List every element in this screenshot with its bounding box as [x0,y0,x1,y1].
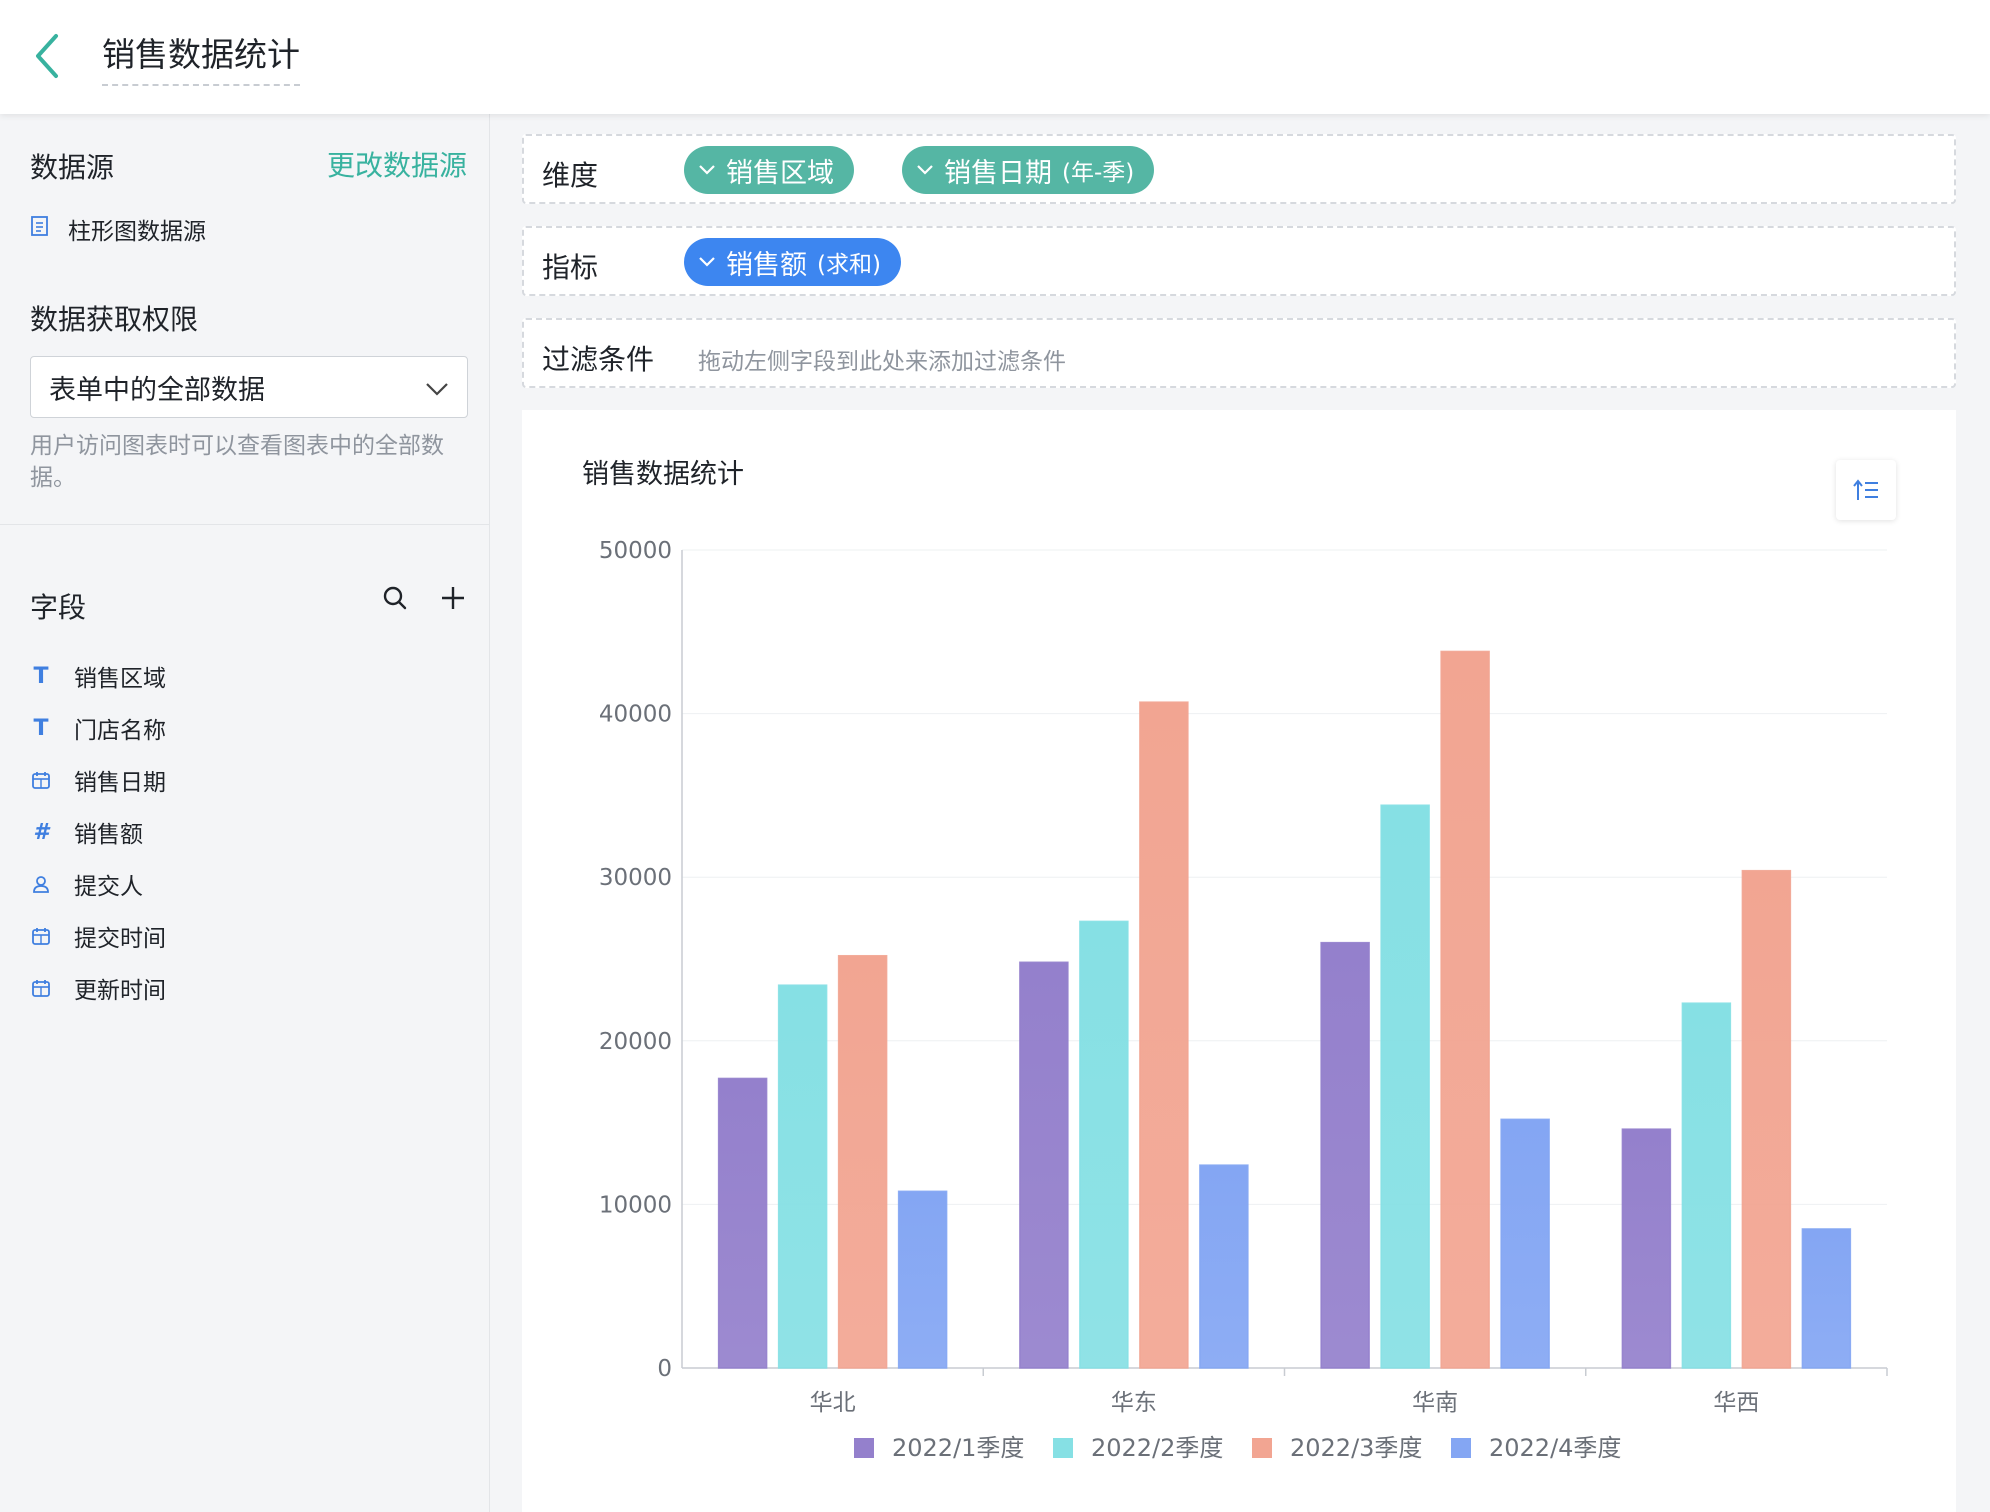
bar-chart: 0 10000 20000 30000 40000 50000 华北 华东 华南 华西 2022/1… [599,538,1888,1462]
y-tick-label: 50000 [599,538,672,564]
text-type-icon: T [33,715,49,741]
chevron-down-icon [699,257,715,267]
bar [1801,1228,1852,1369]
field-label: 销售额 [74,822,143,848]
bar [1621,1128,1672,1369]
dimension-chip-label: 销售区域 [726,157,834,189]
chart-title: 销售数据统计 [582,459,744,490]
metric-chip-label: 销售额 [726,249,807,281]
legend-label: 2022/4季度 [1489,1434,1621,1462]
filter-placeholder: 拖动左侧字段到此处来添加过滤条件 [698,349,1066,375]
sort-icon[interactable] [1836,460,1896,520]
field-label: 提交人 [74,874,143,900]
bar [1199,1164,1249,1369]
permission-select-value: 表单中的全部数据 [49,374,265,406]
bar [1139,701,1189,1369]
y-tick-label: 30000 [599,865,672,891]
field-label: 更新时间 [74,978,166,1004]
bar [897,1190,948,1369]
filter-label: 过滤条件 [542,343,655,376]
y-tick-label: 10000 [599,1192,672,1218]
legend-swatch [1252,1438,1272,1458]
datasource-item[interactable]: 柱形图数据源 [30,212,206,246]
y-tick-label: 0 [657,1356,672,1382]
dimension-label: 维度 [542,159,599,192]
field-item[interactable]: 销售日期 [30,754,166,806]
bar [1500,1118,1550,1369]
sidebar: 数据源 更改数据源 柱形图数据源 数据获取权限 表单中的全部数据 用户访问图表时… [0,114,490,1512]
dimension-chip-date[interactable]: 销售日期 (年-季) [902,146,1155,194]
bar [1681,1002,1732,1369]
legend-label: 2022/2季度 [1091,1434,1223,1462]
metric-chip-sales[interactable]: 销售额 (求和) [684,238,901,286]
legend-swatch [1053,1438,1073,1458]
permission-title: 数据获取权限 [30,303,199,336]
back-arrow-icon[interactable] [28,28,68,84]
dimension-chip-region[interactable]: 销售区域 [684,146,854,194]
legend-swatch [854,1438,874,1458]
bar [717,1077,768,1369]
fields-tools [381,584,467,612]
field-item[interactable]: 更新时间 [30,962,166,1014]
x-tick-label: 华西 [1713,1390,1759,1416]
bar [1019,961,1069,1369]
metric-label: 指标 [542,251,599,284]
datasource-title: 数据源 [30,151,115,184]
y-tick-label: 40000 [599,702,672,728]
field-item[interactable]: # 销售额 [30,806,166,858]
x-tick-label: 华北 [810,1390,856,1416]
user-icon [30,873,52,895]
filter-shelf[interactable]: 过滤条件 拖动左侧字段到此处来添加过滤条件 [522,318,1956,388]
calendar-icon [30,977,52,999]
bar [837,954,888,1369]
metric-shelf[interactable]: 指标 销售额 (求和) [522,226,1956,296]
calendar-icon [30,925,52,947]
page-title[interactable]: 销售数据统计 [102,30,300,86]
datasource-name: 柱形图数据源 [68,219,206,245]
field-label: 销售区域 [74,666,166,692]
field-item[interactable]: 提交人 [30,858,166,910]
add-icon[interactable] [439,584,467,612]
field-label: 提交时间 [74,926,166,952]
field-label: 门店名称 [74,718,166,744]
field-item[interactable]: T 销售区域 [30,650,166,702]
field-item[interactable]: 提交时间 [30,910,166,962]
bar [777,984,828,1369]
x-tick-label: 华南 [1412,1390,1458,1416]
top-header: 销售数据统计 [0,0,1990,114]
fields-title: 字段 [30,591,87,624]
chevron-down-icon [425,372,449,403]
number-type-icon: # [33,819,49,845]
dimension-shelf[interactable]: 维度 销售区域 销售日期 (年-季) [522,134,1956,204]
field-item[interactable]: T 门店名称 [30,702,166,754]
dimension-chip-sublabel: (年-季) [1062,160,1135,186]
legend-label: 2022/1季度 [892,1434,1024,1462]
dimension-chip-label: 销售日期 [944,157,1052,189]
bar [1320,941,1370,1369]
legend-label: 2022/3季度 [1290,1434,1422,1462]
y-tick-label: 20000 [599,1029,672,1055]
bar [1741,869,1792,1369]
field-list: T 销售区域 T 门店名称销售日期 # 销售额提交人提交时间更新时间 [30,650,166,1014]
change-datasource-link[interactable]: 更改数据源 [327,144,467,184]
calendar-icon [30,769,52,791]
chevron-down-icon [699,165,715,175]
chart-card: 0 10000 20000 30000 40000 50000 华北 华东 华南 华西 2022/1… [522,410,1956,1512]
x-tick-label: 华东 [1111,1390,1157,1416]
document-icon [30,215,50,243]
sidebar-divider [0,524,490,525]
chevron-down-icon [917,165,933,175]
legend-swatch [1451,1438,1471,1458]
permission-select[interactable]: 表单中的全部数据 [30,356,468,418]
field-label: 销售日期 [74,770,166,796]
bar [1380,804,1430,1369]
search-icon[interactable] [381,584,409,612]
bar [1440,650,1490,1369]
bar [1079,920,1129,1369]
text-type-icon: T [33,663,49,689]
permission-hint: 用户访问图表时可以查看图表中的全部数据。 [30,433,444,491]
metric-chip-sublabel: (求和) [817,252,881,278]
